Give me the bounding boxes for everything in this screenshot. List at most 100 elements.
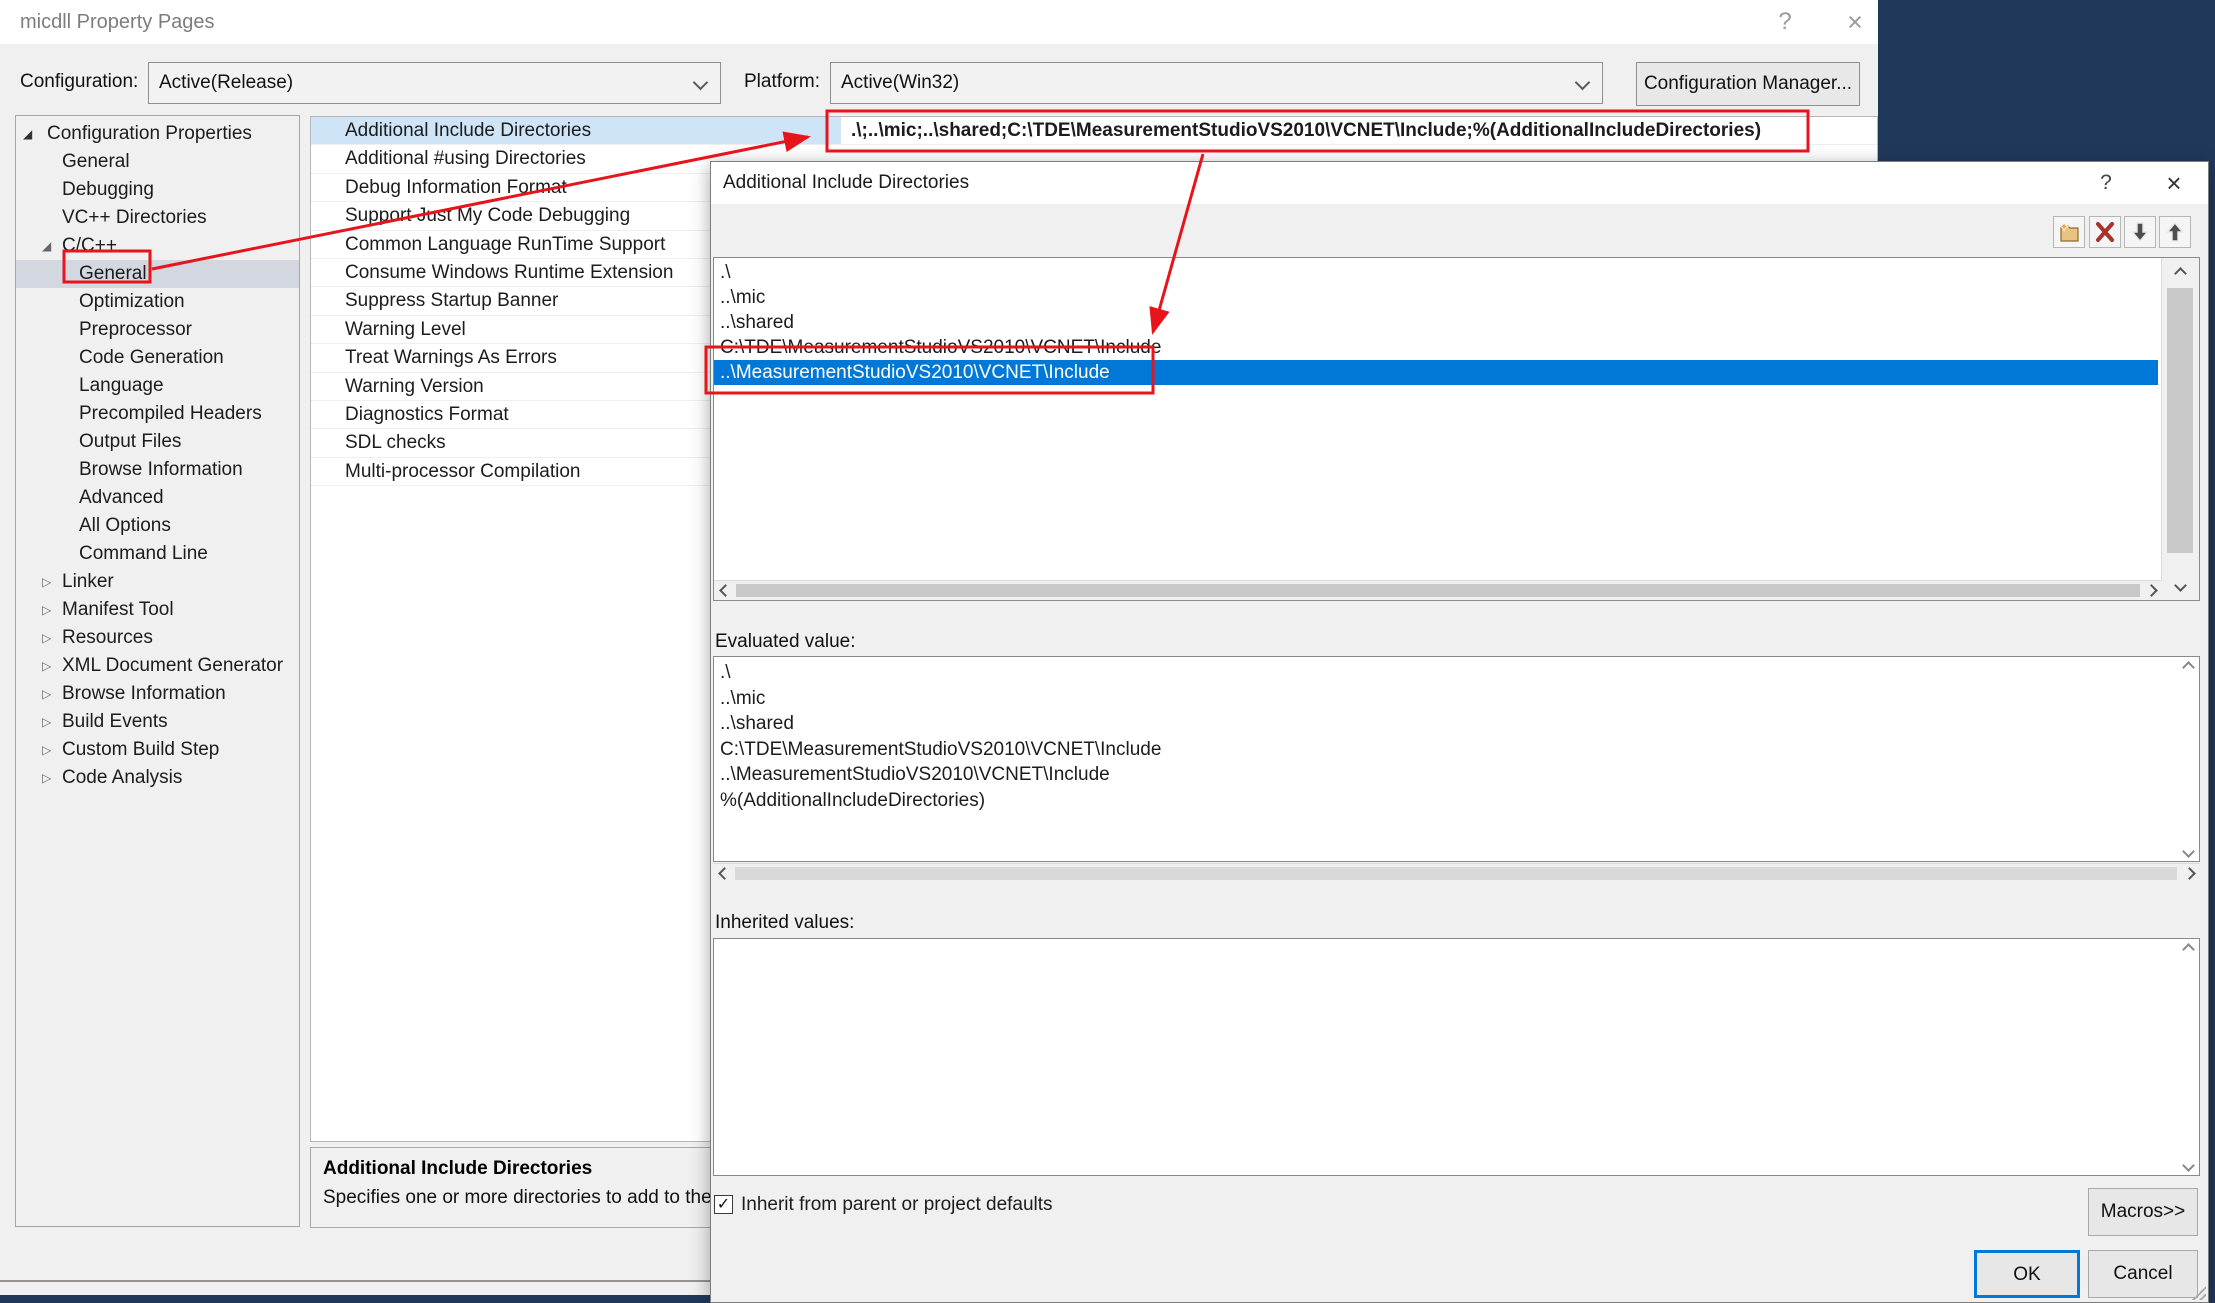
configuration-label: Configuration: <box>20 60 138 104</box>
evaluated-horizontal-scrollbar[interactable] <box>713 863 2200 883</box>
scroll-left-icon[interactable] <box>713 864 735 883</box>
tree-item-build-events[interactable]: ▷Build Events <box>16 708 299 736</box>
list-vertical-scrollbar[interactable] <box>2161 258 2199 600</box>
property-value-additional-include-directories[interactable]: .\;..\mic;..\shared;C:\TDE\MeasurementSt… <box>841 117 1877 144</box>
new-line-icon <box>2057 221 2081 243</box>
configuration-value: Active(Release) <box>159 63 293 103</box>
collapsed-arrow-icon[interactable]: ▷ <box>42 708 51 736</box>
move-up-icon <box>2164 221 2186 243</box>
evaluated-line: .\ <box>714 660 2199 686</box>
inherit-checkbox-label: Inherit from parent or project defaults <box>741 1192 1053 1218</box>
tree-item-code-generation[interactable]: Code Generation <box>16 344 299 372</box>
platform-label: Platform: <box>744 60 820 104</box>
collapsed-arrow-icon[interactable]: ▷ <box>42 736 51 764</box>
tree-item-code-analysis[interactable]: ▷Code Analysis <box>16 764 299 792</box>
delete-button[interactable] <box>2089 216 2121 248</box>
evaluated-line: ..\shared <box>714 711 2199 737</box>
scroll-left-icon[interactable] <box>714 581 736 600</box>
close-icon[interactable]: × <box>2151 162 2197 204</box>
tree-item-custom-build-step[interactable]: ▷Custom Build Step <box>16 736 299 764</box>
tree-item-precompiled-headers[interactable]: Precompiled Headers <box>16 400 299 428</box>
tree-item-configuration-properties[interactable]: ◢Configuration Properties <box>16 120 299 148</box>
tree-item-browse-information-2[interactable]: ▷Browse Information <box>16 680 299 708</box>
directory-list-item-selected[interactable]: ..\MeasurementStudioVS2010\VCNET\Include <box>714 360 2158 385</box>
property-row-additional-include-directories[interactable]: Additional Include Directories .\;..\mic… <box>311 117 1877 145</box>
help-button[interactable]: ? <box>1762 0 1808 44</box>
configuration-tree: ◢Configuration Properties General Debugg… <box>15 115 300 1227</box>
chevron-down-icon <box>1575 75 1591 91</box>
evaluated-line: ..\MeasurementStudioVS2010\VCNET\Include <box>714 762 2199 788</box>
tree-item-advanced[interactable]: Advanced <box>16 484 299 512</box>
directories-listbox[interactable]: .\ ..\mic ..\shared C:\TDE\MeasurementSt… <box>713 257 2200 601</box>
scrollbar-thumb[interactable] <box>736 584 2140 597</box>
platform-value: Active(Win32) <box>841 63 959 103</box>
list-horizontal-scrollbar[interactable] <box>714 580 2162 600</box>
move-down-icon <box>2129 221 2151 243</box>
scrollbar-thumb[interactable] <box>735 867 2177 880</box>
window-title: micdll Property Pages <box>20 0 215 44</box>
tree-item-linker[interactable]: ▷Linker <box>16 568 299 596</box>
tree-item-preprocessor[interactable]: Preprocessor <box>16 316 299 344</box>
tree-item-command-line[interactable]: Command Line <box>16 540 299 568</box>
desktop-background: micdll Property Pages ? × Configuration:… <box>0 0 2215 1303</box>
inherited-values-label: Inherited values: <box>715 911 854 935</box>
close-icon[interactable]: × <box>1832 0 1878 44</box>
collapsed-arrow-icon[interactable]: ▷ <box>42 680 51 708</box>
additional-include-directories-dialog: Additional Include Directories ? × <box>710 161 2209 1303</box>
collapsed-arrow-icon[interactable]: ▷ <box>42 652 51 680</box>
configuration-select[interactable]: Active(Release) <box>148 62 721 104</box>
directory-list-item[interactable]: C:\TDE\MeasurementStudioVS2010\VCNET\Inc… <box>714 335 2158 360</box>
scroll-up-icon[interactable] <box>2180 660 2196 674</box>
evaluated-value-label: Evaluated value: <box>715 630 856 654</box>
delete-icon <box>2094 221 2116 243</box>
cancel-button[interactable]: Cancel <box>2088 1250 2198 1298</box>
inherit-checkbox[interactable]: ✓ <box>714 1195 733 1214</box>
directory-list-item[interactable]: ..\shared <box>714 310 2158 335</box>
tree-item-vc-directories[interactable]: VC++ Directories <box>16 204 299 232</box>
tree-item-language[interactable]: Language <box>16 372 299 400</box>
tree-item-optimization[interactable]: Optimization <box>16 288 299 316</box>
collapsed-arrow-icon[interactable]: ▷ <box>42 568 51 596</box>
move-down-button[interactable] <box>2124 216 2156 248</box>
help-button[interactable]: ? <box>2083 162 2129 204</box>
scroll-up-icon[interactable] <box>2162 260 2199 286</box>
tree-item-c-cpp[interactable]: ◢C/C++ <box>16 232 299 260</box>
tree-item-all-options[interactable]: All Options <box>16 512 299 540</box>
evaluated-line: ..\mic <box>714 686 2199 712</box>
main-titlebar[interactable]: micdll Property Pages ? × <box>0 0 1878 44</box>
expanded-arrow-icon[interactable]: ◢ <box>23 120 32 148</box>
tree-item-resources[interactable]: ▷Resources <box>16 624 299 652</box>
tree-item-debugging[interactable]: Debugging <box>16 176 299 204</box>
configuration-manager-button[interactable]: Configuration Manager... <box>1636 62 1860 106</box>
platform-select[interactable]: Active(Win32) <box>830 62 1603 104</box>
move-up-button[interactable] <box>2159 216 2191 248</box>
collapsed-arrow-icon[interactable]: ▷ <box>42 764 51 792</box>
directory-list-item[interactable]: .\ <box>714 260 2158 285</box>
scroll-right-icon[interactable] <box>2178 864 2200 883</box>
new-line-button[interactable] <box>2053 216 2085 248</box>
scroll-down-icon[interactable] <box>2180 844 2196 858</box>
scroll-down-icon[interactable] <box>2180 1158 2196 1172</box>
directory-list-item[interactable]: ..\mic <box>714 285 2158 310</box>
resize-grip[interactable] <box>2192 1286 2206 1300</box>
evaluated-value-box[interactable]: .\ ..\mic ..\shared C:\TDE\MeasurementSt… <box>713 656 2200 862</box>
expanded-arrow-icon[interactable]: ◢ <box>42 232 51 260</box>
tree-item-output-files[interactable]: Output Files <box>16 428 299 456</box>
dialog-titlebar[interactable]: Additional Include Directories ? × <box>711 162 2208 204</box>
scroll-up-icon[interactable] <box>2180 942 2196 956</box>
tree-item-xml-document-generator[interactable]: ▷XML Document Generator <box>16 652 299 680</box>
macros-button[interactable]: Macros>> <box>2088 1188 2198 1236</box>
chevron-down-icon <box>693 75 709 91</box>
tree-item-browse-information[interactable]: Browse Information <box>16 456 299 484</box>
scroll-right-icon[interactable] <box>2140 581 2162 600</box>
tree-item-manifest-tool[interactable]: ▷Manifest Tool <box>16 596 299 624</box>
tree-item-c-cpp-general[interactable]: General <box>16 260 299 288</box>
ok-button[interactable]: OK <box>1974 1250 2080 1298</box>
dialog-title: Additional Include Directories <box>723 162 969 204</box>
collapsed-arrow-icon[interactable]: ▷ <box>42 596 51 624</box>
tree-item-general[interactable]: General <box>16 148 299 176</box>
scroll-down-icon[interactable] <box>2162 572 2199 598</box>
scrollbar-thumb[interactable] <box>2167 288 2193 553</box>
inherited-values-box[interactable] <box>713 938 2200 1176</box>
collapsed-arrow-icon[interactable]: ▷ <box>42 624 51 652</box>
